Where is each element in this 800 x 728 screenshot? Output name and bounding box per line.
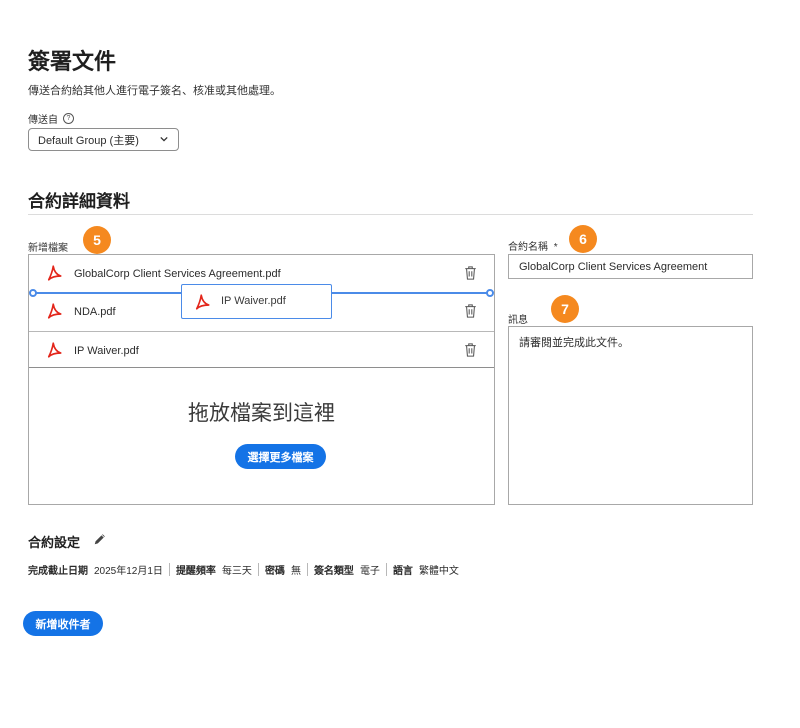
settings-title: 合約設定 (28, 535, 81, 550)
agreement-name-label-row: 合約名稱 * (508, 238, 558, 253)
required-mark: * (553, 242, 558, 253)
setting-key: 密碼 (264, 566, 285, 577)
section-divider (28, 214, 753, 215)
pdf-icon (47, 342, 62, 358)
sender-label: 傳送自 (28, 115, 58, 126)
add-recipient-button[interactable]: 新增收件者 (23, 611, 103, 636)
setting-key: 提醒頻率 (175, 566, 216, 577)
page-subtitle: 傳送合約給其他人進行電子簽名、核准或其他處理。 (28, 85, 281, 97)
page-title: 簽署文件 (28, 49, 117, 74)
help-icon[interactable]: ? (63, 113, 74, 124)
file-name: IP Waiver.pdf (74, 344, 139, 357)
setting-value: 電子 (359, 566, 380, 577)
dragging-file-card[interactable]: IP Waiver.pdf (181, 284, 332, 319)
drop-zone-divider (29, 367, 494, 368)
setting-divider (168, 563, 170, 576)
settings-summary: 完成截止日期 2025年12月1日 提醒頻率 每三天 密碼 無 簽名類型 電子 … (28, 562, 465, 577)
sender-group-value: Default Group (主要) (38, 134, 139, 147)
setting-divider (257, 563, 259, 576)
trash-icon[interactable] (464, 304, 477, 318)
setting-value: 每三天 (221, 566, 252, 577)
dragging-file-name: IP Waiver.pdf (221, 295, 286, 307)
insertion-dot-left (29, 289, 37, 297)
pdf-icon (47, 265, 62, 281)
agreement-name-input[interactable]: GlobalCorp Client Services Agreement (508, 254, 753, 279)
step-badge-7: 7 (551, 295, 579, 323)
setting-divider (385, 563, 387, 576)
choose-more-files-button[interactable]: 選擇更多檔案 (235, 444, 326, 469)
setting-value: 繁體中文 (418, 566, 459, 577)
message-textarea[interactable]: 請審閱並完成此文件。 (508, 326, 753, 505)
setting-key: 完成截止日期 (28, 566, 88, 577)
sender-group-select[interactable]: Default Group (主要) (28, 128, 179, 151)
pdf-icon (47, 303, 62, 319)
message-label: 訊息 (508, 315, 528, 326)
section-title: 合約詳細資料 (28, 192, 130, 211)
drop-zone-text: 拖放檔案到這裡 (188, 402, 335, 425)
pdf-icon (195, 294, 210, 310)
sender-label-row: 傳送自 ? (28, 111, 74, 126)
setting-key: 簽名類型 (313, 566, 354, 577)
pencil-icon[interactable] (93, 532, 107, 546)
setting-value: 2025年12月1日 (94, 566, 163, 577)
agreement-name-label: 合約名稱 (508, 242, 548, 253)
setting-divider (306, 563, 308, 576)
files-label: 新增檔案 (28, 243, 68, 254)
chevron-down-icon (160, 136, 168, 142)
step-badge-6: 6 (569, 225, 597, 253)
file-name: NDA.pdf (74, 305, 116, 318)
setting-key: 語言 (392, 566, 413, 577)
setting-value: 無 (290, 566, 301, 577)
trash-icon[interactable] (464, 343, 477, 357)
trash-icon[interactable] (464, 266, 477, 280)
file-name: GlobalCorp Client Services Agreement.pdf (74, 267, 281, 280)
insertion-dot-right (486, 289, 494, 297)
step-badge-5: 5 (83, 226, 111, 254)
file-row-3[interactable]: IP Waiver.pdf (29, 332, 494, 369)
